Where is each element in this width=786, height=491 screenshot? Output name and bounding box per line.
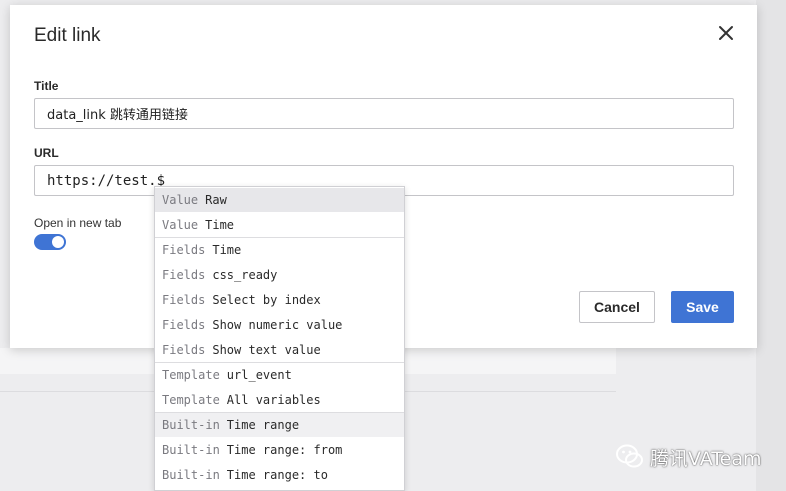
suggestion-group: Fields — [162, 268, 206, 282]
suggestion-label: Time — [212, 243, 242, 257]
suggestion-item[interactable]: Template url_event — [155, 363, 404, 387]
suggestion-item[interactable]: Fields Show numeric value — [155, 313, 404, 337]
suggestion-label: Raw — [205, 193, 227, 207]
suggestion-group: Value — [162, 218, 199, 232]
suggestion-group: Template — [162, 393, 220, 407]
suggestion-item[interactable]: Built-in Time range: to — [155, 463, 404, 487]
suggestion-label: Time — [205, 218, 235, 232]
watermark: 腾讯VATeam — [614, 440, 762, 474]
suggestion-group: Built-in — [162, 468, 220, 482]
close-icon[interactable] — [715, 22, 737, 44]
suggestion-label: All variables — [226, 393, 321, 407]
suggestion-group: Built-in — [162, 443, 220, 457]
suggestion-group: Fields — [162, 343, 206, 357]
suggestion-label: Show text value — [212, 343, 321, 357]
title-input[interactable]: data_link 跳转通用链接 — [34, 98, 734, 129]
suggestion-group: Fields — [162, 243, 206, 257]
suggestion-item[interactable]: Built-in Time range: from — [155, 438, 404, 462]
suggestion-label: css_ready — [212, 268, 278, 282]
suggestion-group: Value — [162, 193, 199, 207]
suggestion-label: Show numeric value — [212, 318, 343, 332]
suggestion-label: Time range — [226, 418, 300, 432]
suggestion-item[interactable]: Fields css_ready — [155, 263, 404, 287]
suggestion-label: Time range: from — [226, 443, 343, 457]
modal-title: Edit link — [34, 25, 101, 46]
wechat-icon — [616, 444, 643, 468]
suggestion-group: Fields — [162, 318, 206, 332]
watermark-text: 腾讯VATeam — [650, 447, 762, 470]
suggestion-item[interactable]: Template All variables — [155, 388, 404, 412]
suggestion-label: Time range: to — [226, 468, 328, 482]
background-scrollbar-area — [756, 0, 786, 491]
url-suggestions-dropdown[interactable]: Value Raw Value Time Fields Time Fields css_rea… — [154, 186, 405, 491]
suggestion-label: Select by index — [212, 293, 321, 307]
suggestion-item[interactable]: Fields Time — [155, 238, 404, 262]
suggestion-label: url_event — [226, 368, 292, 382]
open-in-new-tab-label: Open in new tab — [34, 216, 122, 230]
toggle-knob — [52, 236, 64, 248]
suggestion-group: Template — [162, 368, 220, 382]
url-label: URL — [34, 146, 59, 160]
suggestion-item[interactable]: Fields Show text value — [155, 338, 404, 362]
open-in-new-tab-toggle[interactable] — [34, 234, 66, 250]
suggestion-group: Built-in — [162, 418, 220, 432]
suggestion-item[interactable]: Built-in Time range — [155, 413, 404, 437]
suggestion-item[interactable]: Value Time — [155, 213, 404, 237]
cancel-button[interactable]: Cancel — [579, 291, 655, 323]
suggestion-group: Fields — [162, 293, 206, 307]
suggestion-item[interactable]: Value Raw — [155, 188, 404, 212]
save-button[interactable]: Save — [671, 291, 734, 323]
suggestion-item[interactable]: Fields Select by index — [155, 288, 404, 312]
title-label: Title — [34, 79, 59, 93]
